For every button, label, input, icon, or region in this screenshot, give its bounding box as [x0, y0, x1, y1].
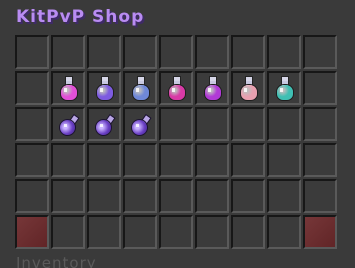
- lingering-potion-icon[interactable]: [93, 114, 117, 138]
- inventory-slot[interactable]: [231, 71, 265, 105]
- inventory-slot[interactable]: [231, 215, 265, 249]
- inventory-slot[interactable]: [15, 35, 49, 69]
- inventory-slot[interactable]: [123, 71, 157, 105]
- inventory-slot[interactable]: [195, 179, 229, 213]
- inventory-slot[interactable]: [303, 71, 337, 105]
- splash-potion-icon[interactable]: [96, 77, 114, 101]
- inventory-slot[interactable]: [87, 179, 121, 213]
- inventory-slot[interactable]: [51, 35, 85, 69]
- inventory-slot[interactable]: [15, 107, 49, 141]
- inventory-slot[interactable]: [51, 107, 85, 141]
- inventory-slot[interactable]: [267, 107, 301, 141]
- window-title: KitPvP Shop: [16, 7, 145, 27]
- inventory-slot[interactable]: [231, 107, 265, 141]
- inventory-slot[interactable]: [267, 71, 301, 105]
- inventory-slot[interactable]: [303, 179, 337, 213]
- inventory-slot[interactable]: [195, 143, 229, 177]
- inventory-slot[interactable]: [303, 143, 337, 177]
- inventory-slot[interactable]: [123, 107, 157, 141]
- inventory-slot[interactable]: [15, 179, 49, 213]
- inventory-slot[interactable]: [15, 143, 49, 177]
- close-slot[interactable]: [303, 215, 337, 249]
- inventory-slot[interactable]: [51, 71, 85, 105]
- inventory-slot[interactable]: [195, 35, 229, 69]
- inventory-slot[interactable]: [51, 179, 85, 213]
- inventory-slot[interactable]: [159, 143, 193, 177]
- inventory-slot[interactable]: [195, 107, 229, 141]
- inventory-slot[interactable]: [87, 143, 121, 177]
- inventory-slot[interactable]: [303, 107, 337, 141]
- inventory-slot[interactable]: [123, 179, 157, 213]
- inventory-slot[interactable]: [159, 35, 193, 69]
- inventory-slot[interactable]: [159, 215, 193, 249]
- inventory-slot[interactable]: [51, 143, 85, 177]
- inventory-slot[interactable]: [87, 215, 121, 249]
- inventory-slot[interactable]: [15, 71, 49, 105]
- inventory-slot[interactable]: [87, 71, 121, 105]
- inventory-slot[interactable]: [231, 35, 265, 69]
- inventory-slot[interactable]: [159, 107, 193, 141]
- inventory-slot[interactable]: [267, 215, 301, 249]
- close-slot[interactable]: [15, 215, 49, 249]
- splash-potion-icon[interactable]: [276, 77, 294, 101]
- inventory-slot[interactable]: [195, 71, 229, 105]
- inventory-slot[interactable]: [123, 215, 157, 249]
- shop-slot-grid: [15, 35, 337, 249]
- splash-potion-icon[interactable]: [60, 77, 78, 101]
- splash-potion-icon[interactable]: [204, 77, 222, 101]
- inventory-slot[interactable]: [159, 179, 193, 213]
- inventory-slot[interactable]: [51, 215, 85, 249]
- inventory-slot[interactable]: [87, 107, 121, 141]
- splash-potion-icon[interactable]: [132, 77, 150, 101]
- inventory-slot[interactable]: [123, 35, 157, 69]
- inventory-slot[interactable]: [159, 71, 193, 105]
- splash-potion-icon[interactable]: [168, 77, 186, 101]
- inventory-slot[interactable]: [267, 179, 301, 213]
- inventory-slot[interactable]: [267, 35, 301, 69]
- inventory-label: Inventory: [16, 254, 97, 268]
- inventory-slot[interactable]: [87, 35, 121, 69]
- lingering-potion-icon[interactable]: [129, 114, 153, 138]
- inventory-slot[interactable]: [123, 143, 157, 177]
- inventory-slot[interactable]: [231, 143, 265, 177]
- lingering-potion-icon[interactable]: [57, 114, 81, 138]
- inventory-slot[interactable]: [231, 179, 265, 213]
- splash-potion-icon[interactable]: [240, 77, 258, 101]
- inventory-slot[interactable]: [267, 143, 301, 177]
- inventory-slot[interactable]: [195, 215, 229, 249]
- inventory-slot[interactable]: [303, 35, 337, 69]
- shop-window: KitPvP Shop Inventory: [0, 0, 355, 268]
